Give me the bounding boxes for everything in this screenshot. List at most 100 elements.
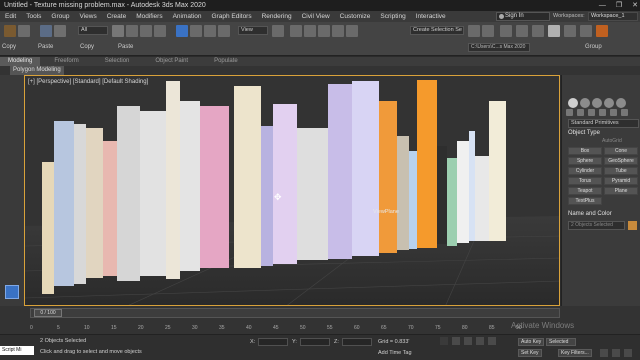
angle-snap-icon[interactable]: [304, 25, 316, 37]
key-filters-button[interactable]: Key Filters...: [558, 349, 592, 357]
time-slider[interactable]: 0 / 100: [30, 308, 560, 318]
geosphere-button[interactable]: GeoSphere: [604, 157, 638, 165]
tab-freeform[interactable]: Freeform: [40, 57, 86, 66]
signin-button[interactable]: Sign In: [496, 12, 550, 21]
name-and-color-rollout[interactable]: Name and Color: [568, 211, 612, 217]
minimize-button[interactable]: —: [599, 0, 606, 11]
primitive-category-dropdown[interactable]: Standard Primitives: [568, 119, 639, 128]
goto-end-icon[interactable]: [488, 337, 496, 345]
placement-icon[interactable]: [218, 25, 230, 37]
link-icon[interactable]: [40, 25, 52, 37]
box-button[interactable]: Box: [568, 147, 602, 155]
sphere-button[interactable]: Sphere: [568, 157, 602, 165]
spacewarps-icon[interactable]: [621, 109, 628, 116]
hierarchy-tab-icon[interactable]: [592, 97, 602, 108]
close-button[interactable]: ✕: [632, 0, 638, 11]
display-tab-icon[interactable]: [616, 97, 626, 108]
rect-selection-icon[interactable]: [140, 25, 152, 37]
copy-label[interactable]: Copy: [2, 44, 16, 50]
plane-button[interactable]: Plane: [604, 187, 638, 195]
menu-rendering[interactable]: Rendering: [257, 11, 297, 22]
previous-frame-icon[interactable]: [452, 337, 460, 345]
render-frame-icon[interactable]: [580, 25, 592, 37]
window-crossing-icon[interactable]: [154, 25, 166, 37]
perspective-viewport[interactable]: [+] [Perspective] [Standard] [Default Sh…: [24, 75, 560, 306]
pivot-icon[interactable]: [272, 25, 284, 37]
named-selection-dropdown[interactable]: Create Selection Se: [410, 26, 464, 35]
reference-coordinate-dropdown[interactable]: View: [238, 26, 268, 35]
torus-button[interactable]: Torus: [568, 177, 602, 185]
edit-named-sets-icon[interactable]: [346, 25, 358, 37]
pan-icon[interactable]: [612, 349, 620, 357]
maximize-button[interactable]: ❐: [616, 0, 622, 11]
tab-modeling[interactable]: Modeling: [0, 57, 41, 66]
select-object-icon[interactable]: [112, 25, 124, 37]
menu-interactive[interactable]: Interactive: [411, 11, 451, 22]
percent-snap-icon[interactable]: [318, 25, 330, 37]
object-name-field[interactable]: 2 Objects Selected: [568, 221, 625, 230]
menu-group[interactable]: Group: [46, 11, 74, 22]
zoom-extents-icon[interactable]: [600, 349, 608, 357]
align-icon[interactable]: [482, 25, 494, 37]
motion-tab-icon[interactable]: [604, 97, 614, 108]
cone-button[interactable]: Cone: [604, 147, 638, 155]
menu-graph-editors[interactable]: Graph Editors: [207, 11, 257, 22]
lights-icon[interactable]: [588, 109, 595, 116]
viewport-label[interactable]: [+] [Perspective] [Standard] [Default Sh…: [28, 79, 148, 85]
key-mode-dropdown[interactable]: Selected: [546, 338, 576, 346]
textplus-button[interactable]: TextPlus: [568, 197, 602, 205]
render-icon[interactable]: [596, 25, 608, 37]
shapes-icon[interactable]: [577, 109, 584, 116]
tube-button[interactable]: Tube: [604, 167, 638, 175]
x-coordinate-field[interactable]: [258, 338, 288, 346]
goto-start-icon[interactable]: [440, 337, 448, 345]
spinner-snap-icon[interactable]: [332, 25, 344, 37]
cylinder-button[interactable]: Cylinder: [568, 167, 602, 175]
track-bar[interactable]: 0 5 10 15 20 25 30 35 40 45 50 55 60 65 …: [30, 320, 560, 334]
next-frame-icon[interactable]: [476, 337, 484, 345]
geometry-icon[interactable]: [566, 109, 573, 116]
menu-edit[interactable]: Edit: [0, 11, 21, 22]
time-slider-thumb[interactable]: 0 / 100: [34, 309, 62, 317]
material-editor-icon[interactable]: [548, 25, 560, 37]
tab-selection[interactable]: Selection: [87, 57, 138, 66]
paste-label-2[interactable]: Paste: [118, 44, 133, 50]
modify-tab-icon[interactable]: [580, 97, 590, 108]
menu-create[interactable]: Create: [102, 11, 132, 22]
snap-icon[interactable]: [290, 25, 302, 37]
project-path-field[interactable]: C:\Users\C...s Max 2020: [468, 43, 530, 52]
paste-label[interactable]: Paste: [38, 44, 53, 50]
tab-polygon-modeling[interactable]: Polygon Modeling: [10, 66, 64, 75]
selection-filter-dropdown[interactable]: All: [78, 26, 108, 35]
menu-animation[interactable]: Animation: [168, 11, 207, 22]
workspace-select[interactable]: Workspace_1: [588, 12, 638, 21]
add-time-tag[interactable]: Add Time Tag: [378, 350, 412, 356]
teapot-button[interactable]: Teapot: [568, 187, 602, 195]
menu-views[interactable]: Views: [74, 11, 101, 22]
undo-icon[interactable]: [4, 25, 16, 37]
move-icon[interactable]: [176, 25, 188, 37]
object-type-rollout[interactable]: Object Type: [568, 130, 600, 136]
z-coordinate-field[interactable]: [342, 338, 372, 346]
tab-object-paint[interactable]: Object Paint: [137, 57, 196, 66]
schematic-view-icon[interactable]: [532, 25, 544, 37]
menu-civil-view[interactable]: Civil View: [297, 11, 335, 22]
set-key-button[interactable]: Set Key: [518, 349, 542, 357]
maxscript-listener[interactable]: Script Mi: [0, 346, 34, 355]
viewcube-toggle-icon[interactable]: [5, 285, 19, 299]
unlink-icon[interactable]: [54, 25, 66, 37]
create-tab-icon[interactable]: [568, 97, 578, 108]
select-by-name-icon[interactable]: [126, 25, 138, 37]
redo-icon[interactable]: [18, 25, 30, 37]
cameras-icon[interactable]: [599, 109, 606, 116]
curve-editor-icon[interactable]: [516, 25, 528, 37]
scale-icon[interactable]: [204, 25, 216, 37]
menu-scripting[interactable]: Scripting: [375, 11, 410, 22]
auto-key-button[interactable]: Auto Key: [518, 338, 545, 346]
pyramid-button[interactable]: Pyramid: [604, 177, 638, 185]
y-coordinate-field[interactable]: [300, 338, 330, 346]
copy-label-2[interactable]: Copy: [80, 44, 94, 50]
helpers-icon[interactable]: [610, 109, 617, 116]
play-icon[interactable]: [464, 337, 472, 345]
mirror-icon[interactable]: [468, 25, 480, 37]
